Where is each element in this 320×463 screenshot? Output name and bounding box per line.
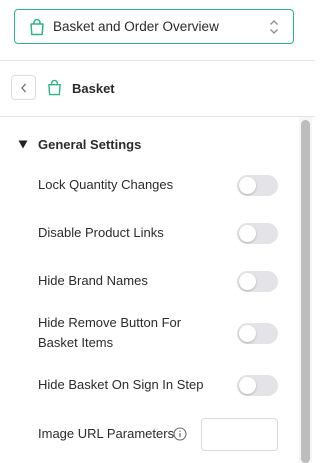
image-url-parameters-label: Image URL Parameters	[38, 426, 175, 441]
toggle-knob	[239, 273, 256, 290]
setting-label-hide-basket-sign-in: Hide Basket On Sign In Step	[38, 377, 204, 392]
scrollbar-thumb[interactable]	[301, 120, 310, 463]
caret-down-icon	[18, 140, 28, 148]
back-button[interactable]	[11, 75, 36, 100]
toggle-knob	[239, 377, 256, 394]
shopping-bag-icon	[48, 79, 61, 96]
image-url-parameters-input[interactable]	[201, 418, 278, 451]
toggle-knob	[239, 325, 256, 342]
chevron-left-icon	[20, 83, 26, 92]
toggle-hide-brand-names[interactable]	[237, 271, 278, 292]
toggle-knob	[239, 225, 256, 242]
section-title: Basket	[72, 81, 115, 96]
group-title: General Settings	[38, 136, 142, 152]
toggle-hide-remove-button[interactable]	[237, 323, 278, 344]
setting-label-disable-product-links: Disable Product Links	[38, 225, 164, 240]
toggle-lock-quantity[interactable]	[237, 175, 278, 196]
setting-label-lock-quantity: Lock Quantity Changes	[38, 177, 174, 192]
shopping-bag-icon	[30, 18, 44, 36]
toggle-hide-basket-sign-in[interactable]	[237, 375, 278, 396]
divider	[0, 60, 315, 61]
divider	[0, 116, 315, 117]
page-select-label: Basket and Order Overview	[53, 19, 219, 34]
general-settings-toggle[interactable]: General Settings	[18, 136, 141, 152]
toggle-disable-product-links[interactable]	[237, 223, 278, 244]
page-select-dropdown[interactable]: Basket and Order Overview	[14, 9, 294, 44]
up-down-chevron-icon	[270, 20, 278, 34]
info-icon[interactable]	[173, 427, 187, 441]
setting-label-hide-remove-button: Hide Remove Button For Basket Items	[38, 315, 182, 350]
setting-label-hide-brand-names: Hide Brand Names	[38, 273, 148, 288]
toggle-knob	[239, 177, 256, 194]
